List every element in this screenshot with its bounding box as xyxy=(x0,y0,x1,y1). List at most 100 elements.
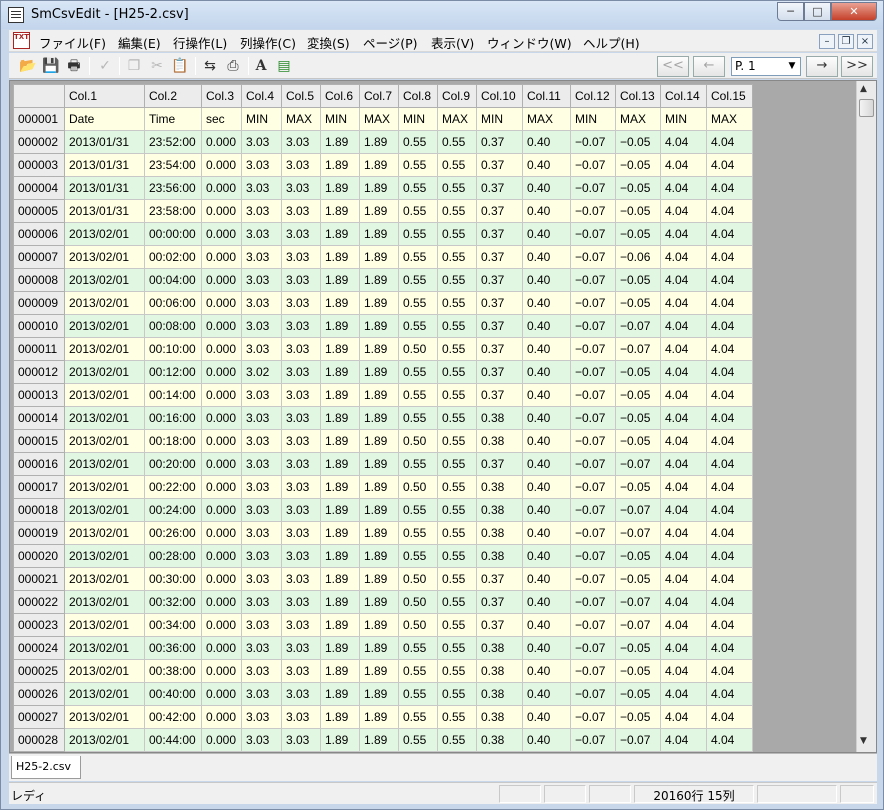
grid-cell[interactable]: 0.55 xyxy=(437,452,477,476)
tab-file[interactable]: H25-2.csv xyxy=(11,756,81,779)
grid-cell[interactable]: 4.04 xyxy=(660,521,707,545)
grid-cell[interactable]: −0.07 xyxy=(615,337,661,361)
grid-cell[interactable]: 1.89 xyxy=(359,291,399,315)
grid-cell[interactable]: 23:56:00 xyxy=(144,176,202,200)
grid-cell[interactable]: −0.07 xyxy=(570,705,616,729)
menu-view[interactable]: 表示(V) xyxy=(431,33,474,52)
grid-cell[interactable]: 3.03 xyxy=(281,659,321,683)
grid-cell[interactable]: 4.04 xyxy=(706,728,753,752)
grid-cell[interactable]: 0.40 xyxy=(522,222,571,246)
grid-cell[interactable]: 0.37 xyxy=(476,199,523,223)
grid-cell[interactable]: 1.89 xyxy=(359,130,399,154)
column-header[interactable]: Col.3 xyxy=(201,84,242,108)
grid-cell[interactable]: 4.04 xyxy=(706,452,753,476)
grid-cell[interactable]: 1.89 xyxy=(359,475,399,499)
grid-cell[interactable]: 0.55 xyxy=(437,199,477,223)
grid-cell[interactable]: 0.40 xyxy=(522,705,571,729)
grid-cell[interactable]: 1.89 xyxy=(359,613,399,637)
title-bar[interactable]: SmCsvEdit - [H25-2.csv] ─ □ ✕ xyxy=(1,1,883,29)
grid-cell[interactable]: 3.03 xyxy=(241,590,282,614)
grid-cell[interactable]: 3.03 xyxy=(281,245,321,269)
column-header[interactable]: Col.12 xyxy=(570,84,616,108)
grid-cell[interactable]: MAX xyxy=(615,107,661,131)
grid-cell[interactable]: 4.04 xyxy=(660,314,707,338)
grid-cell[interactable]: 2013/02/01 xyxy=(64,360,145,384)
mdi-restore-button[interactable]: ❐ xyxy=(838,34,854,49)
grid-cell[interactable]: 2013/02/01 xyxy=(64,268,145,292)
row-header[interactable]: 000025 xyxy=(13,659,65,683)
printer-icon[interactable]: ⎙ xyxy=(223,56,243,76)
grid-cell[interactable]: MAX xyxy=(706,107,753,131)
grid-cell[interactable]: 4.04 xyxy=(706,153,753,177)
grid-cell[interactable]: 4.04 xyxy=(706,222,753,246)
grid-cell[interactable]: 1.89 xyxy=(320,613,360,637)
grid-cell[interactable]: 2013/01/31 xyxy=(64,176,145,200)
grid-cell[interactable]: 0.000 xyxy=(201,383,242,407)
grid-cell[interactable]: 1.89 xyxy=(359,222,399,246)
grid-cell[interactable]: 4.04 xyxy=(660,544,707,568)
grid-cell[interactable]: 1.89 xyxy=(359,245,399,269)
grid-cell[interactable]: −0.07 xyxy=(615,613,661,637)
grid-cell[interactable]: 2013/02/01 xyxy=(64,705,145,729)
grid-cell[interactable]: 0.000 xyxy=(201,314,242,338)
grid-cell[interactable]: 4.04 xyxy=(660,130,707,154)
grid-cell[interactable]: 0.000 xyxy=(201,659,242,683)
grid-cell[interactable]: 00:42:00 xyxy=(144,705,202,729)
grid-cell[interactable]: 3.03 xyxy=(241,429,282,453)
grid-cell[interactable]: 2013/01/31 xyxy=(64,130,145,154)
grid-cell[interactable]: −0.05 xyxy=(615,406,661,430)
row-header[interactable]: 000023 xyxy=(13,613,65,637)
grid-cell[interactable]: 0.55 xyxy=(398,153,438,177)
row-header[interactable]: 000016 xyxy=(13,452,65,476)
grid-cell[interactable]: −0.07 xyxy=(570,521,616,545)
grid-cell[interactable]: 23:58:00 xyxy=(144,199,202,223)
grid-cell[interactable]: 0.55 xyxy=(398,682,438,706)
app-icon[interactable] xyxy=(8,7,24,23)
grid-cell[interactable]: −0.05 xyxy=(615,567,661,591)
grid-cell[interactable]: 4.04 xyxy=(660,268,707,292)
grid-cell[interactable]: 2013/02/01 xyxy=(64,613,145,637)
grid-cell[interactable]: 3.03 xyxy=(281,383,321,407)
grid-cell[interactable]: 4.04 xyxy=(660,636,707,660)
grid-cell[interactable]: 00:20:00 xyxy=(144,452,202,476)
grid-cell[interactable]: 0.37 xyxy=(476,383,523,407)
grid-cell[interactable]: 4.04 xyxy=(660,360,707,384)
grid-cell[interactable]: 1.89 xyxy=(359,268,399,292)
grid-cell[interactable]: 1.89 xyxy=(320,383,360,407)
grid-cell[interactable]: 2013/02/01 xyxy=(64,337,145,361)
grid-cell[interactable]: 0.55 xyxy=(437,429,477,453)
grid-cell[interactable]: 0.37 xyxy=(476,337,523,361)
grid-cell[interactable]: 0.55 xyxy=(437,268,477,292)
grid-cell[interactable]: 0.37 xyxy=(476,222,523,246)
grid-cell[interactable]: 4.04 xyxy=(660,452,707,476)
grid-cell[interactable]: 0.40 xyxy=(522,130,571,154)
grid-cell[interactable]: 00:08:00 xyxy=(144,314,202,338)
copy-icon[interactable]: ❐ xyxy=(124,56,144,76)
grid-cell[interactable]: 0.50 xyxy=(398,567,438,591)
grid-cell[interactable]: 2013/02/01 xyxy=(64,636,145,660)
grid-cell[interactable]: 0.40 xyxy=(522,659,571,683)
grid-cell[interactable]: 3.03 xyxy=(241,498,282,522)
grid-cell[interactable]: 00:26:00 xyxy=(144,521,202,545)
grid-cell[interactable]: 3.03 xyxy=(241,406,282,430)
grid-cell[interactable]: 3.03 xyxy=(281,360,321,384)
grid-cell[interactable]: 2013/02/01 xyxy=(64,659,145,683)
grid-cell[interactable]: MAX xyxy=(359,107,399,131)
grid-cell[interactable]: 3.03 xyxy=(281,682,321,706)
grid-cell[interactable]: 0.55 xyxy=(437,337,477,361)
grid-cell[interactable]: 0.40 xyxy=(522,337,571,361)
mdi-close-button[interactable]: × xyxy=(857,34,873,49)
resize-grip[interactable] xyxy=(840,785,874,803)
grid-cell[interactable]: 3.03 xyxy=(281,728,321,752)
grid-cell[interactable]: 0.000 xyxy=(201,498,242,522)
grid-cell[interactable]: 4.04 xyxy=(660,590,707,614)
grid-cell[interactable]: 0.000 xyxy=(201,728,242,752)
grid-cell[interactable]: 4.04 xyxy=(660,429,707,453)
grid-cell[interactable]: 0.55 xyxy=(437,682,477,706)
grid-cell[interactable]: 4.04 xyxy=(706,429,753,453)
grid-cell[interactable]: 2013/02/01 xyxy=(64,728,145,752)
maximize-button[interactable]: □ xyxy=(804,2,831,21)
grid-cell[interactable]: −0.07 xyxy=(615,590,661,614)
row-header[interactable]: 000020 xyxy=(13,544,65,568)
row-header[interactable]: 000007 xyxy=(13,245,65,269)
